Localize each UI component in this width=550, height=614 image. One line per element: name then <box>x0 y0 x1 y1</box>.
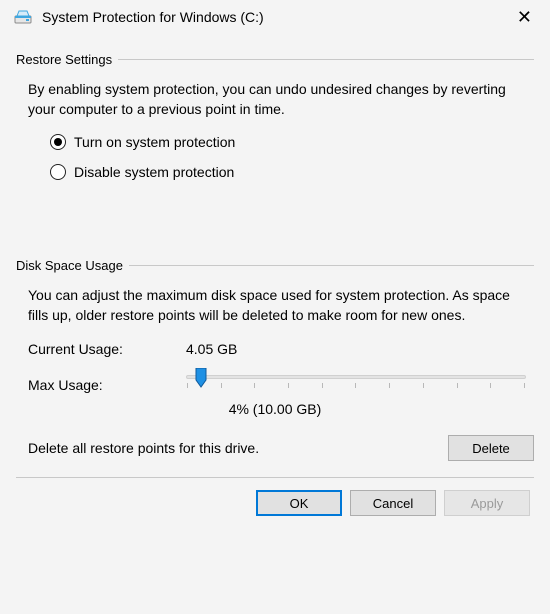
cancel-button[interactable]: Cancel <box>350 490 436 516</box>
close-button[interactable]: ✕ <box>511 8 538 26</box>
apply-button[interactable]: Apply <box>444 490 530 516</box>
restore-settings-header: Restore Settings <box>16 52 534 67</box>
radio-icon <box>50 164 66 180</box>
protection-radio-group: Turn on system protection Disable system… <box>16 134 534 244</box>
radio-label: Disable system protection <box>74 164 234 180</box>
window-title: System Protection for Windows (C:) <box>42 9 501 25</box>
current-usage-row: Current Usage: 4.05 GB <box>16 341 534 357</box>
max-usage-value: 4% (10.00 GB) <box>16 401 534 417</box>
section-label: Restore Settings <box>16 52 112 67</box>
slider-ticks <box>186 383 526 388</box>
separator <box>16 477 534 478</box>
radio-icon <box>50 134 66 150</box>
radio-turn-on[interactable]: Turn on system protection <box>50 134 534 150</box>
delete-button[interactable]: Delete <box>448 435 534 461</box>
ok-button[interactable]: OK <box>256 490 342 516</box>
disk-usage-header: Disk Space Usage <box>16 258 534 273</box>
max-usage-slider[interactable] <box>186 375 526 379</box>
max-usage-label: Max Usage: <box>28 375 186 393</box>
disk-description: You can adjust the maximum disk space us… <box>16 285 534 342</box>
delete-description: Delete all restore points for this drive… <box>28 440 438 456</box>
current-usage-value: 4.05 GB <box>186 341 237 357</box>
title-bar: System Protection for Windows (C:) ✕ <box>0 0 550 32</box>
current-usage-label: Current Usage: <box>28 341 186 357</box>
dialog-footer: OK Cancel Apply <box>16 490 534 516</box>
drive-icon <box>14 9 32 25</box>
slider-thumb[interactable] <box>194 368 208 388</box>
restore-description: By enabling system protection, you can u… <box>16 79 534 134</box>
radio-label: Turn on system protection <box>74 134 235 150</box>
section-label: Disk Space Usage <box>16 258 123 273</box>
radio-disable[interactable]: Disable system protection <box>50 164 534 180</box>
